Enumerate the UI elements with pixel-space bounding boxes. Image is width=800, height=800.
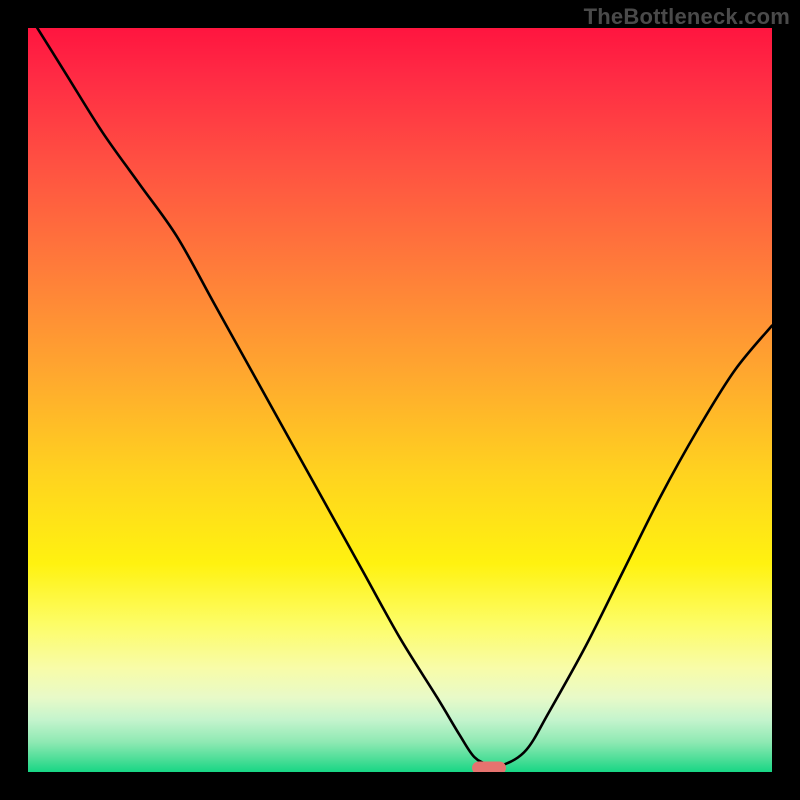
bottleneck-curve (28, 28, 772, 772)
chart-frame: TheBottleneck.com (0, 0, 800, 800)
optimal-point-marker (472, 762, 506, 772)
watermark-text: TheBottleneck.com (584, 4, 790, 30)
plot-area (28, 28, 772, 772)
